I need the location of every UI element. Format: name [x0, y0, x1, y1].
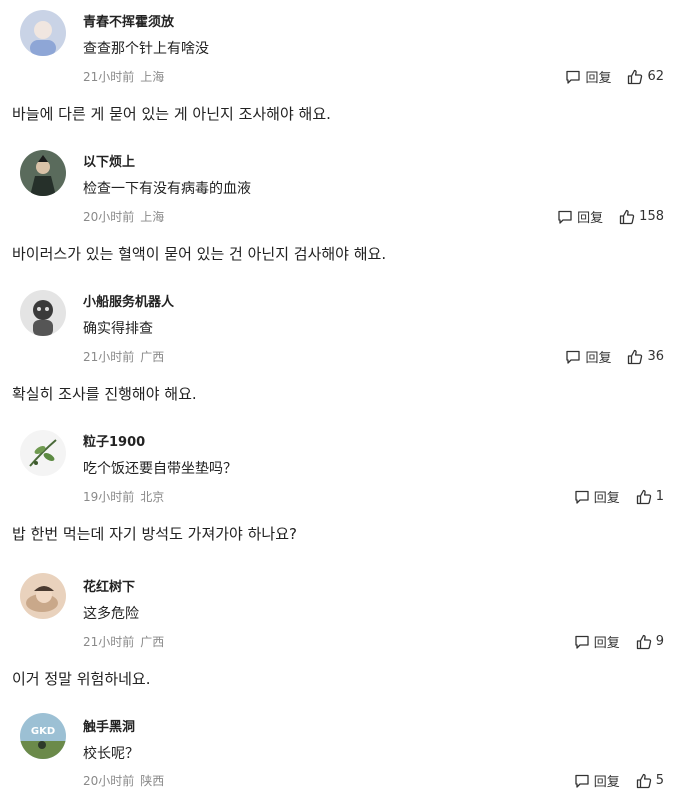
location: 陕西	[140, 774, 165, 788]
timestamp: 21小时前	[83, 350, 135, 364]
like-button[interactable]: 9	[636, 634, 664, 650]
comment-text: 校长呢？	[83, 746, 139, 762]
comment-meta: 21小时前 上海	[83, 68, 164, 85]
comment-text: 这多危险	[83, 606, 139, 622]
reply-button[interactable]: 回复	[574, 487, 620, 506]
reply-label: 回复	[585, 351, 612, 366]
reply-icon	[557, 209, 573, 225]
avatar[interactable]	[20, 430, 66, 476]
reply-label: 回复	[593, 491, 620, 506]
thumbs-up-icon	[619, 209, 635, 225]
reply-label: 回复	[585, 71, 612, 86]
like-button[interactable]: 36	[627, 349, 664, 365]
comment-text: 确实得排查	[83, 321, 153, 337]
thumbs-up-icon	[636, 489, 652, 505]
reply-icon	[565, 69, 581, 85]
comment-text: 吃个饭还要自带坐垫吗？	[83, 461, 237, 477]
reply-label: 回复	[593, 775, 620, 790]
username[interactable]: 花红树下	[83, 576, 135, 595]
reply-button[interactable]: 回复	[574, 771, 620, 790]
reply-button[interactable]: 回复	[565, 347, 611, 366]
avatar[interactable]: GKD	[20, 713, 66, 759]
comment-actions: 回复 5	[574, 771, 664, 790]
avatar[interactable]	[20, 290, 66, 336]
timestamp: 21小时前	[83, 635, 135, 649]
reply-icon	[565, 349, 581, 365]
avatar[interactable]	[20, 150, 66, 196]
translation-text: 바늘에 다른 게 묻어 있는 게 아닌지 조사해야 해요.	[12, 105, 331, 123]
translation-text: 밥 한번 먹는데 자기 방석도 가져가야 하나요?	[12, 525, 297, 543]
like-count: 158	[639, 209, 664, 224]
username[interactable]: 触手黑洞	[83, 716, 135, 735]
avatar[interactable]	[20, 10, 66, 56]
username[interactable]: 青春不挥霍须放	[83, 11, 174, 30]
location: 广西	[140, 350, 165, 364]
location: 上海	[140, 210, 165, 224]
reply-button[interactable]: 回复	[565, 67, 611, 86]
comment-meta: 21小时前 广西	[83, 348, 164, 365]
translation-text: 바이러스가 있는 혈액이 묻어 있는 건 아닌지 검사해야 해요.	[12, 245, 387, 263]
like-button[interactable]: 1	[636, 489, 664, 505]
comment-meta: 20小时前 陕西	[83, 772, 164, 789]
username[interactable]: 以下烦上	[83, 151, 135, 170]
like-count: 36	[647, 349, 664, 364]
reply-label: 回复	[577, 211, 604, 226]
reply-label: 回复	[593, 636, 620, 651]
timestamp: 21小时前	[83, 70, 135, 84]
reply-icon	[574, 634, 590, 650]
comment-actions: 回复 62	[565, 67, 664, 86]
reply-button[interactable]: 回复	[574, 632, 620, 651]
thumbs-up-icon	[636, 634, 652, 650]
like-button[interactable]: 158	[619, 209, 664, 225]
reply-icon	[574, 773, 590, 789]
like-count: 9	[655, 634, 664, 649]
thumbs-up-icon	[636, 773, 652, 789]
reply-button[interactable]: 回复	[557, 207, 603, 226]
comment-actions: 回复 9	[574, 632, 664, 651]
like-button[interactable]: 62	[627, 69, 664, 85]
timestamp: 20小时前	[83, 210, 135, 224]
comment-actions: 回复 1	[574, 487, 664, 506]
location: 广西	[140, 635, 165, 649]
thumbs-up-icon	[627, 349, 643, 365]
translation-text: 확실히 조사를 진행해야 해요.	[12, 385, 197, 403]
timestamp: 20小时前	[83, 774, 135, 788]
location: 北京	[140, 490, 165, 504]
comment-meta: 19小时前 北京	[83, 488, 164, 505]
comment-text: 检查一下有没有病毒的血液	[83, 181, 251, 197]
username[interactable]: 小船服务机器人	[83, 291, 174, 310]
comment-meta: 20小时前 上海	[83, 208, 164, 225]
reply-icon	[574, 489, 590, 505]
comment-text: 查查那个针上有啥没	[83, 41, 209, 57]
comment-actions: 回复 158	[557, 207, 664, 226]
translation-text: 이거 정말 위험하네요.	[12, 670, 151, 688]
location: 上海	[140, 70, 165, 84]
like-button[interactable]: 5	[636, 773, 664, 789]
thumbs-up-icon	[627, 69, 643, 85]
timestamp: 19小时前	[83, 490, 135, 504]
like-count: 62	[647, 69, 664, 84]
avatar[interactable]	[20, 573, 66, 619]
comment-actions: 回复 36	[565, 347, 664, 366]
comment-meta: 21小时前 广西	[83, 633, 164, 650]
username[interactable]: 粒子1900	[83, 431, 145, 450]
like-count: 5	[655, 773, 664, 788]
like-count: 1	[655, 489, 664, 504]
avatar-text: GKD	[31, 726, 55, 737]
